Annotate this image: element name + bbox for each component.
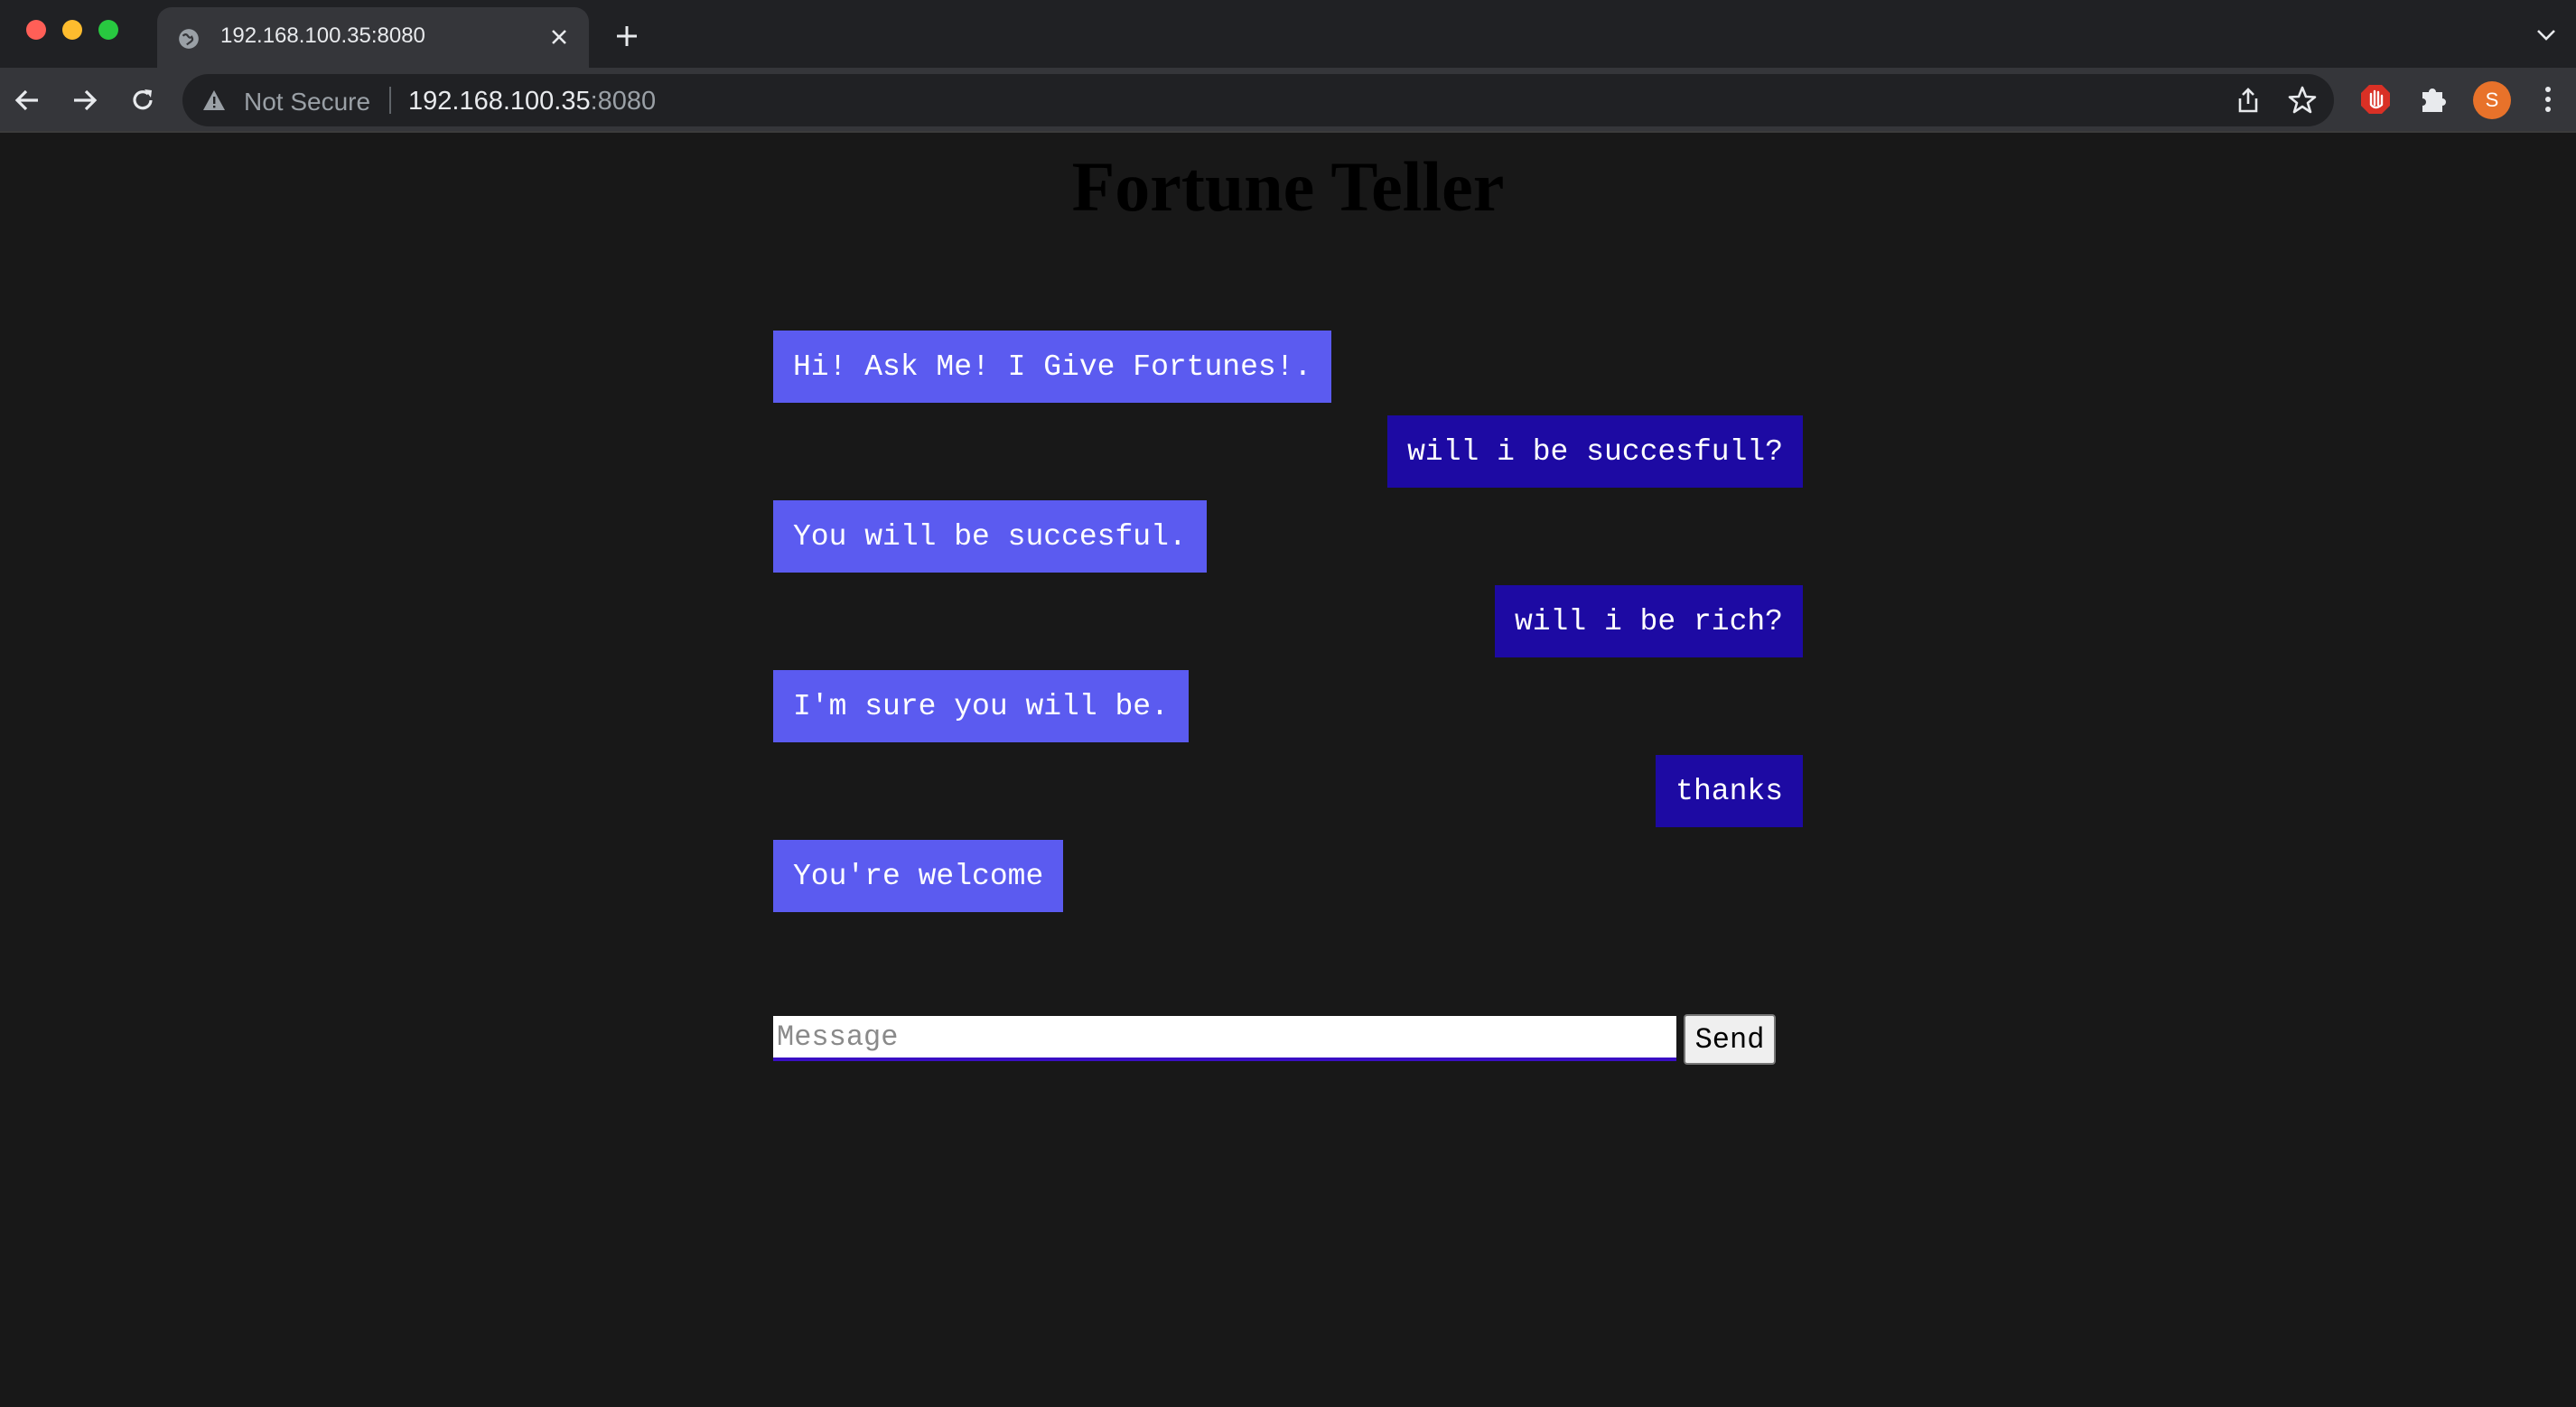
globe-icon (179, 29, 199, 49)
plus-icon[interactable] (611, 20, 643, 52)
maximize-window-button[interactable] (98, 20, 118, 40)
bot-message: Hi! Ask Me! I Give Fortunes!. (773, 331, 1332, 403)
send-button[interactable]: Send (1684, 1014, 1776, 1065)
address-bar[interactable]: Not Secure 192.168.100.35:8080 (182, 74, 2334, 126)
url-text[interactable]: 192.168.100.35:8080 (408, 87, 656, 116)
bot-message: You will be succesful. (773, 500, 1207, 573)
browser-tab[interactable]: 192.168.100.35:8080 (157, 7, 589, 68)
star-icon[interactable] (2287, 85, 2318, 116)
minimize-window-button[interactable] (62, 20, 82, 40)
security-status[interactable]: Not Secure (244, 88, 370, 116)
stop-hand-icon[interactable] (2359, 83, 2392, 116)
page-content: Fortune Teller Hi! Ask Me! I Give Fortun… (0, 133, 2576, 1407)
message-input[interactable] (773, 1016, 1676, 1061)
arrow-right-icon[interactable] (67, 82, 103, 118)
tab-strip: 192.168.100.35:8080 (0, 0, 2576, 68)
puzzle-icon[interactable] (2417, 83, 2450, 116)
bot-message: I'm sure you will be. (773, 670, 1189, 742)
user-message: will i be succesfull? (1387, 415, 1803, 488)
bot-message: You're welcome (773, 840, 1064, 912)
close-window-button[interactable] (26, 20, 46, 40)
warning-icon[interactable] (202, 89, 226, 112)
user-message: will i be rich? (1494, 585, 1803, 657)
reload-icon[interactable] (125, 82, 161, 118)
avatar[interactable]: S (2473, 81, 2511, 119)
page-title: Fortune Teller (1071, 147, 1505, 226)
omnibox-divider (389, 87, 391, 114)
browser-toolbar: Not Secure 192.168.100.35:8080 (0, 68, 2576, 133)
close-icon[interactable] (546, 23, 573, 51)
chevron-down-icon[interactable] (2533, 22, 2560, 49)
url-port: :8080 (590, 87, 657, 116)
share-icon[interactable] (2235, 87, 2262, 114)
tab-title: 192.168.100.35:8080 (220, 23, 425, 48)
url-host: 192.168.100.35 (408, 87, 591, 116)
user-message: thanks (1656, 755, 1803, 827)
kebab-menu-icon[interactable] (2536, 83, 2560, 116)
arrow-left-icon[interactable] (9, 82, 45, 118)
